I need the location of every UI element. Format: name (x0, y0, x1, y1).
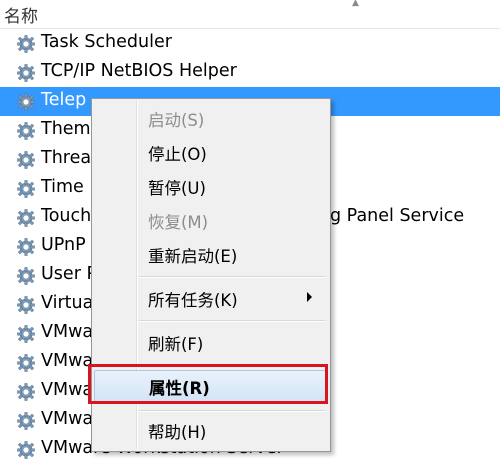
gear-icon (16, 63, 36, 83)
menu-item-label: 启动(S) (148, 111, 205, 130)
menu-item-label: 刷新(F) (148, 335, 204, 354)
menu-item-label: 重新启动(E) (148, 247, 238, 266)
menu-item-label: 所有任务(K) (148, 291, 238, 310)
list-item[interactable]: TCP/IP NetBIOS Helper (0, 58, 500, 87)
menu-item-label: 停止(O) (148, 145, 207, 164)
service-name: Telep (41, 90, 87, 110)
service-name: VMwa (41, 409, 94, 429)
service-name: Time I (41, 177, 95, 197)
menu-item-label: 暂停(U) (148, 179, 206, 198)
list-item[interactable]: Task Scheduler (0, 29, 500, 58)
gear-icon (16, 179, 36, 199)
gear-icon (16, 411, 36, 431)
menu-item-restart[interactable]: 重新启动(E) (94, 239, 326, 269)
service-name: Task Scheduler (41, 32, 172, 52)
chevron-right-icon (307, 292, 312, 302)
gear-icon (16, 324, 36, 344)
menu-item-stop[interactable]: 停止(O) (94, 137, 326, 167)
gear-icon (16, 440, 36, 460)
menu-item-pause[interactable]: 暂停(U) (94, 171, 326, 201)
service-name-suffix: g Panel Service (330, 206, 465, 226)
menu-separator (139, 410, 325, 412)
gear-icon (16, 92, 36, 112)
service-name: UPnP (41, 235, 86, 255)
gear-icon (16, 382, 36, 402)
service-name: TCP/IP NetBIOS Helper (41, 61, 237, 81)
menu-separator (139, 320, 325, 322)
menu-item-label: 帮助(H) (148, 423, 207, 442)
gear-icon (16, 208, 36, 228)
menu-separator (139, 276, 325, 278)
column-header-name: 名称 (4, 7, 38, 27)
service-name: User P (41, 264, 98, 284)
menu-item-all-tasks[interactable]: 所有任务(K) (94, 283, 326, 313)
column-header[interactable]: 名称 ▲ (0, 0, 500, 29)
menu-item-resume[interactable]: 恢复(M) (94, 205, 326, 235)
menu-item-start[interactable]: 启动(S) (94, 103, 326, 133)
highlight-annotation-box (88, 364, 328, 404)
menu-item-help[interactable]: 帮助(H) (94, 415, 326, 445)
chevron-up-icon: ▲ (352, 0, 359, 8)
menu-item-refresh[interactable]: 刷新(F) (94, 327, 326, 357)
service-name: VMwa (41, 380, 94, 400)
service-name: VMwa (41, 351, 94, 371)
service-name: Touch (41, 206, 92, 226)
gear-icon (16, 121, 36, 141)
gear-icon (16, 237, 36, 257)
gear-icon (16, 353, 36, 373)
menu-item-label: 恢复(M) (148, 213, 209, 232)
gear-icon (16, 295, 36, 315)
gear-icon (16, 34, 36, 54)
service-name: VMwa (41, 322, 94, 342)
gear-icon (16, 150, 36, 170)
service-name: Threa (41, 148, 92, 168)
service-name: Virtua (41, 293, 94, 313)
gear-icon (16, 266, 36, 286)
